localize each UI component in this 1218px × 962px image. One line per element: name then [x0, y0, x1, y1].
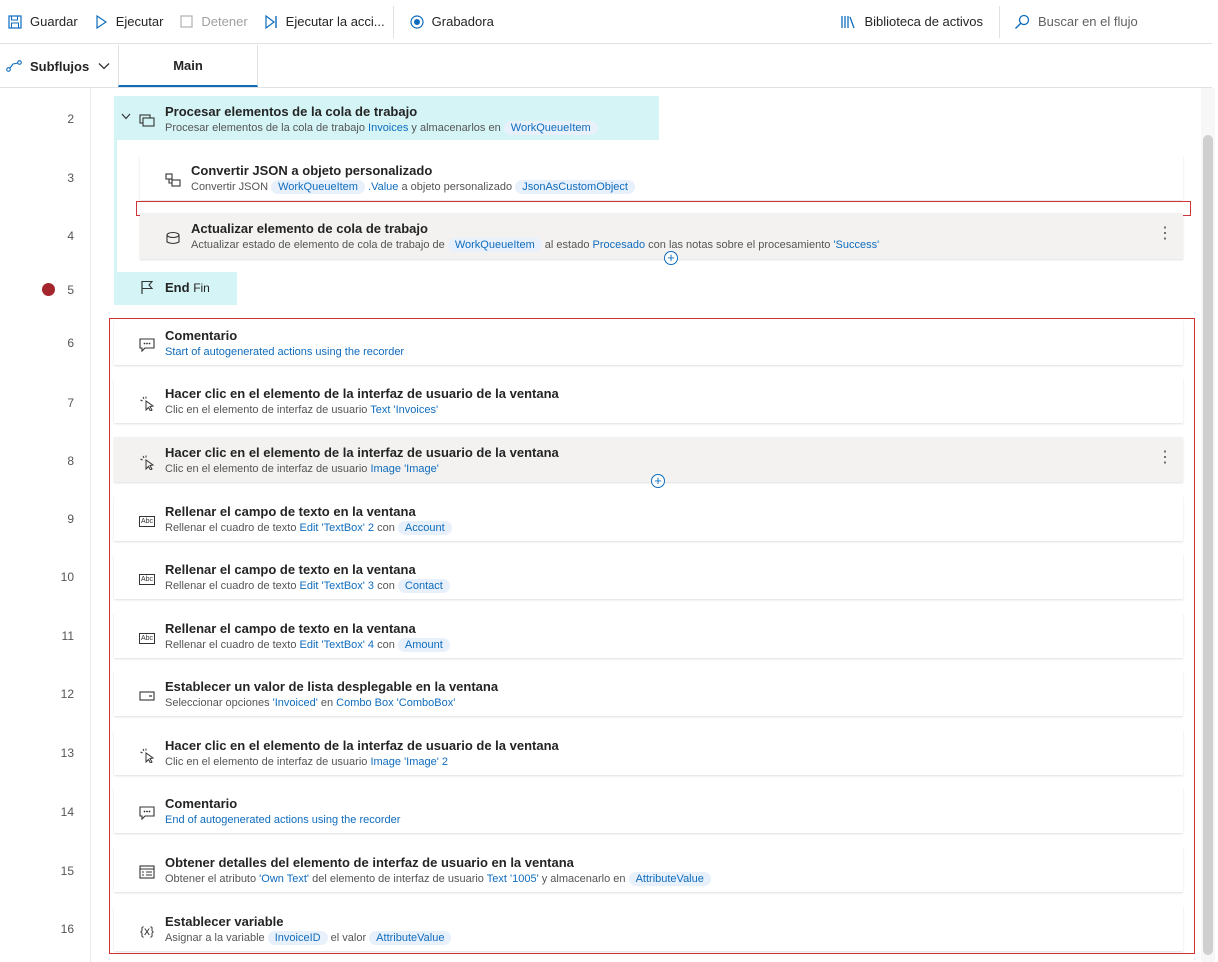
recorder-button[interactable]: Grabadora	[394, 0, 502, 44]
add-action-icon[interactable]: +	[664, 251, 678, 265]
action-title: Procesar elementos de la cola de trabajo	[165, 104, 418, 119]
line-number: 15	[60, 864, 74, 878]
search-icon	[1014, 14, 1030, 29]
end-label: End Fin	[165, 280, 210, 295]
subflow-icon	[6, 60, 22, 72]
library-icon	[840, 15, 856, 29]
asset-library-button[interactable]: Biblioteca de activos	[832, 0, 999, 44]
description-text: y almacenarlos en	[408, 122, 504, 134]
line-number: 16	[60, 922, 74, 936]
save-icon	[8, 14, 22, 29]
description-text: a objeto personalizado	[398, 181, 516, 193]
line-number: 10	[60, 570, 74, 584]
flag-icon	[140, 280, 154, 295]
ui-element-reference: 'Success'	[833, 239, 880, 251]
variable-token[interactable]: WorkQueueItem	[503, 121, 598, 135]
action-row-loop[interactable]: Procesar elementos de la cola de trabajo…	[114, 96, 659, 140]
tab-main[interactable]: Main	[118, 45, 258, 87]
action-title: Convertir JSON a objeto personalizado	[191, 163, 433, 178]
more-options-icon[interactable]: ⋮	[1157, 223, 1173, 243]
queue-icon	[138, 113, 156, 129]
line-number: 9	[67, 512, 74, 526]
line-number-gutter: 2 3 4 5 6 7 8 9 10 11 12 13 14 15 16	[0, 88, 91, 962]
line-number: 8	[67, 454, 74, 468]
ui-element-reference: .Value	[364, 181, 399, 193]
line-number: 7	[67, 396, 74, 410]
step-icon	[264, 14, 278, 29]
action-row[interactable]: Actualizar elemento de cola de trabajo A…	[140, 213, 1183, 259]
scrollbar-thumb[interactable]	[1203, 135, 1213, 955]
json-convert-icon	[164, 172, 182, 188]
search-input[interactable]: Buscar en el flujo	[1000, 0, 1212, 44]
variable-token[interactable]: WorkQueueItem	[271, 180, 365, 194]
action-row-end[interactable]: End Fin	[114, 272, 237, 305]
line-number: 14	[60, 805, 74, 819]
save-button[interactable]: Guardar	[0, 0, 86, 44]
ui-element-reference: Procesado	[592, 239, 646, 251]
line-number: 3	[67, 171, 74, 185]
action-description: Actualizar estado de elemento de cola de…	[191, 238, 880, 252]
line-number: 5	[67, 283, 74, 297]
ui-element-reference: Invoices	[368, 122, 409, 134]
line-number: 2	[67, 112, 74, 126]
toolbar: Guardar Ejecutar Detener Ejecutar la acc…	[0, 0, 1212, 44]
loop-body-bar	[114, 140, 117, 272]
tab-bar: Subflujos Main	[0, 45, 1212, 88]
line-number: 12	[60, 687, 74, 701]
selection-highlight	[109, 318, 1195, 954]
chevron-down-icon[interactable]	[121, 113, 131, 120]
line-number: 6	[67, 336, 74, 350]
line-number: 11	[61, 629, 74, 643]
stop-button[interactable]: Detener	[171, 0, 255, 44]
subflows-dropdown[interactable]: Subflujos	[0, 45, 110, 87]
action-row[interactable]: Convertir JSON a objeto personalizado Co…	[140, 155, 1183, 200]
action-description: Convertir JSON WorkQueueItem .Value a ob…	[191, 180, 635, 194]
chevron-down-icon	[98, 62, 110, 70]
description-text: Actualizar estado de elemento de cola de…	[191, 239, 448, 251]
action-description: Procesar elementos de la cola de trabajo…	[165, 121, 598, 135]
play-icon	[94, 14, 108, 29]
variable-token[interactable]: JsonAsCustomObject	[515, 180, 635, 194]
run-button[interactable]: Ejecutar	[86, 0, 172, 44]
description-text: Procesar elementos de la cola de trabajo	[165, 122, 369, 134]
stop-icon	[179, 15, 193, 29]
description-text: Convertir JSON	[191, 181, 272, 193]
queue-update-icon	[164, 230, 182, 246]
line-number: 4	[67, 229, 74, 243]
description-text: al estado	[541, 239, 593, 251]
run-action-button[interactable]: Ejecutar la acci...	[256, 0, 393, 44]
record-icon	[410, 14, 424, 29]
variable-token[interactable]: WorkQueueItem	[447, 238, 542, 252]
line-number: 13	[60, 746, 74, 760]
action-title: Actualizar elemento de cola de trabajo	[191, 221, 428, 236]
